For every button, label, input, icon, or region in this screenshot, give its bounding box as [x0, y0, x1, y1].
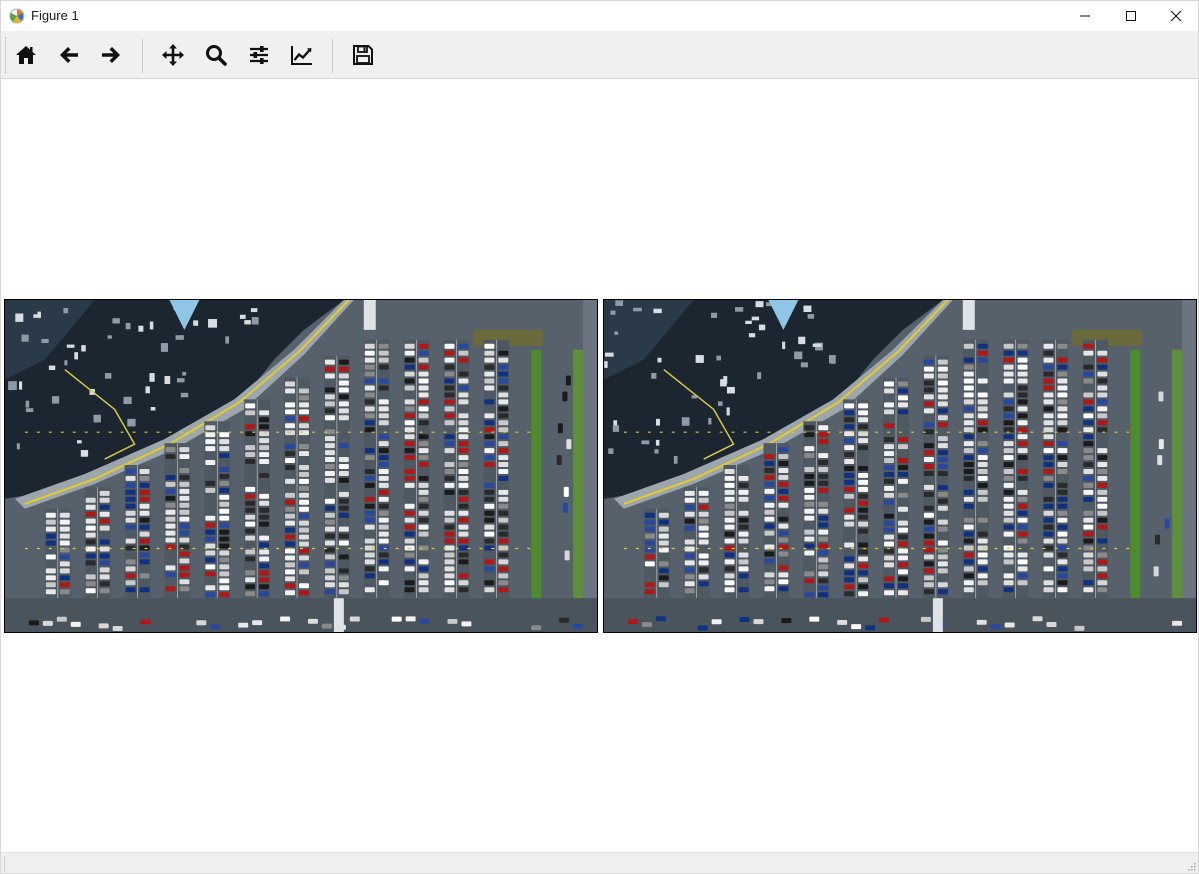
move-icon [162, 44, 184, 66]
sliders-icon [250, 46, 268, 64]
configure-subplots-button[interactable] [244, 40, 274, 70]
toolbar-separator [332, 39, 333, 73]
figure-window: Figure 1 [0, 0, 1199, 874]
edit-axes-button[interactable] [287, 40, 317, 70]
arrow-right-icon [102, 47, 120, 63]
minimize-button[interactable] [1062, 1, 1108, 31]
right-image-axes[interactable] [603, 299, 1197, 633]
magnifier-icon [206, 45, 227, 66]
line-chart-icon [291, 46, 312, 65]
title-bar[interactable]: Figure 1 [1, 1, 1198, 31]
forward-button[interactable] [96, 40, 126, 70]
window-title: Figure 1 [31, 8, 79, 23]
floppy-disk-icon [353, 45, 373, 65]
resize-grip-icon[interactable] [1186, 861, 1196, 871]
maximize-button[interactable] [1108, 1, 1154, 31]
minimize-icon [1080, 15, 1090, 17]
aerial-parking-lot-image [604, 300, 1196, 632]
home-button[interactable] [11, 40, 41, 70]
close-icon [1170, 10, 1182, 22]
matplotlib-icon [9, 8, 25, 24]
save-button[interactable] [348, 40, 378, 70]
aerial-parking-lot-image [5, 300, 597, 632]
status-bar [1, 852, 1198, 873]
zoom-button[interactable] [201, 40, 231, 70]
home-icon [16, 46, 36, 64]
pan-button[interactable] [158, 40, 188, 70]
navigation-toolbar [1, 31, 1198, 79]
close-button[interactable] [1153, 1, 1199, 31]
toolbar-grip[interactable] [5, 37, 8, 73]
left-image-axes[interactable] [4, 299, 598, 633]
maximize-icon [1126, 11, 1136, 21]
figure-canvas[interactable] [1, 79, 1198, 852]
arrow-left-icon [60, 47, 78, 63]
back-button[interactable] [54, 40, 84, 70]
toolbar-separator [142, 39, 143, 73]
